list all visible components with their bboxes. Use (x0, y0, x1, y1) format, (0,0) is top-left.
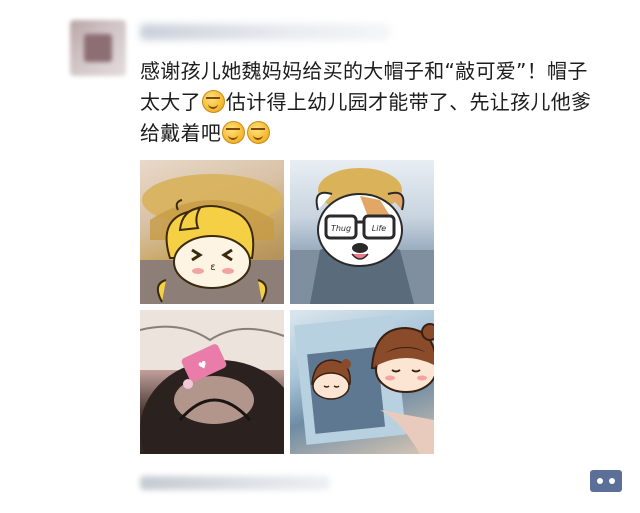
post-line-3-text: 给戴着吧 (140, 121, 222, 145)
avatar[interactable] (70, 20, 126, 76)
laugh-cry-emoji-icon (247, 121, 271, 144)
post-line-3: 给戴着吧 (140, 118, 620, 149)
photo-3-art: ♥ (140, 310, 284, 454)
blurred-timestamp (140, 476, 330, 490)
post-text: 感谢孩儿她魏妈妈给买的大帽子和“敲可爱”！帽子 太大了 估计得上幼儿园才能带了、先… (140, 56, 620, 149)
post-line-2-text: 太大了 (140, 90, 201, 114)
glasses-right-label: Life (372, 224, 386, 233)
laugh-cry-emoji-icon (222, 121, 246, 144)
cartoon-girl-small-sticker (311, 359, 351, 400)
svg-text:ε: ε (210, 262, 215, 273)
blurred-username[interactable] (140, 24, 390, 40)
laugh-cry-emoji-icon (201, 90, 225, 113)
comment-button[interactable] (590, 470, 622, 492)
photo-4-art (294, 315, 434, 454)
post-line-2b-text: 估计得上幼儿园才能带了、先让孩儿他爹 (225, 90, 592, 114)
photo-2-art: Thug Life (290, 168, 434, 304)
photo-1[interactable]: ε (140, 160, 284, 304)
dot-icon (609, 478, 615, 484)
avatar-image (84, 34, 112, 62)
dot-icon (597, 478, 603, 484)
glasses-left-label: Thug (331, 224, 351, 233)
photo-2[interactable]: Thug Life (290, 160, 434, 304)
post-line-2: 太大了 估计得上幼儿园才能带了、先让孩儿他爹 (140, 87, 620, 118)
photo-3[interactable]: ♥ (140, 310, 284, 454)
photo-4[interactable] (290, 310, 434, 454)
photo-1-art: ε (140, 174, 284, 304)
post-line-1: 感谢孩儿她魏妈妈给买的大帽子和“敲可爱”！帽子 (140, 59, 588, 83)
